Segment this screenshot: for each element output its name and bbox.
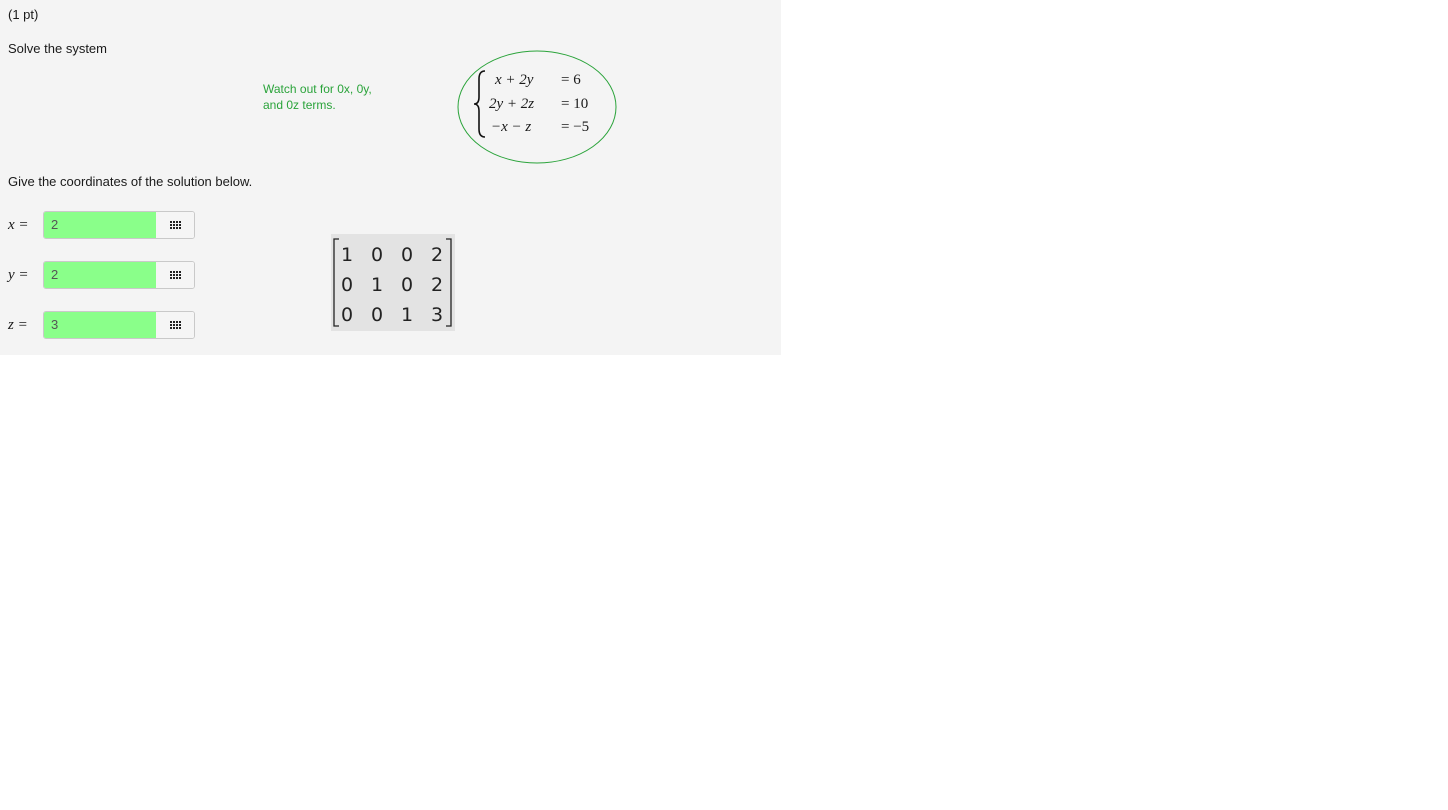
eq3-rhs: = −5	[561, 119, 590, 135]
equation-system: x + 2y = 6 2y + 2z = 10 −x − z = −5	[473, 68, 613, 140]
x-label: x =	[8, 217, 29, 233]
matrix-cell: 3	[430, 304, 444, 326]
matrix-cell: 0	[340, 304, 354, 326]
hint-note: Watch out for 0x, 0y, and 0z terms.	[263, 81, 372, 113]
matrix-cell: 0	[370, 244, 384, 266]
hint-line-1: Watch out for 0x, 0y,	[263, 82, 372, 96]
hint-line-2: and 0z terms.	[263, 98, 336, 112]
matrix-cell: 1	[340, 244, 354, 266]
x-equation-editor-button[interactable]	[156, 212, 194, 238]
z-input[interactable]: 3	[44, 312, 157, 338]
grid-icon	[169, 221, 181, 229]
z-equation-editor-button[interactable]	[156, 312, 194, 338]
matrix-cell: 1	[370, 274, 384, 296]
left-brace	[473, 70, 486, 138]
y-equation-editor-button[interactable]	[156, 262, 194, 288]
matrix-cell: 0	[400, 244, 414, 266]
x-answer-box: 2	[43, 211, 195, 239]
eq2-lhs: 2y + 2z	[489, 96, 535, 112]
matrix-cell: 0	[370, 304, 384, 326]
y-input[interactable]: 2	[44, 262, 157, 288]
answer-prompt: Give the coordinates of the solution bel…	[8, 174, 253, 189]
y-label: y =	[8, 267, 29, 283]
matrix-cell: 0	[340, 274, 354, 296]
grid-icon	[169, 271, 181, 279]
rref-matrix-image: 1 0 0 2 0 1 0 2 0 0 1 3	[331, 234, 455, 331]
eq1-lhs: x + 2y	[495, 72, 534, 88]
instruction-text: Solve the system	[8, 41, 107, 56]
z-answer-box: 3	[43, 311, 195, 339]
z-label: z =	[8, 317, 28, 333]
x-input[interactable]: 2	[44, 212, 157, 238]
eq3-lhs: −x − z	[491, 119, 532, 135]
eq1-rhs: = 6	[561, 72, 581, 88]
problem-panel: (1 pt) Solve the system Watch out for 0x…	[0, 0, 781, 355]
points-label: (1 pt)	[8, 7, 39, 22]
matrix-cell: 0	[400, 274, 414, 296]
matrix-cell: 2	[430, 274, 444, 296]
y-answer-box: 2	[43, 261, 195, 289]
matrix-cell: 1	[400, 304, 414, 326]
eq2-rhs: = 10	[561, 96, 589, 112]
grid-icon	[169, 321, 181, 329]
matrix-cell: 2	[430, 244, 444, 266]
